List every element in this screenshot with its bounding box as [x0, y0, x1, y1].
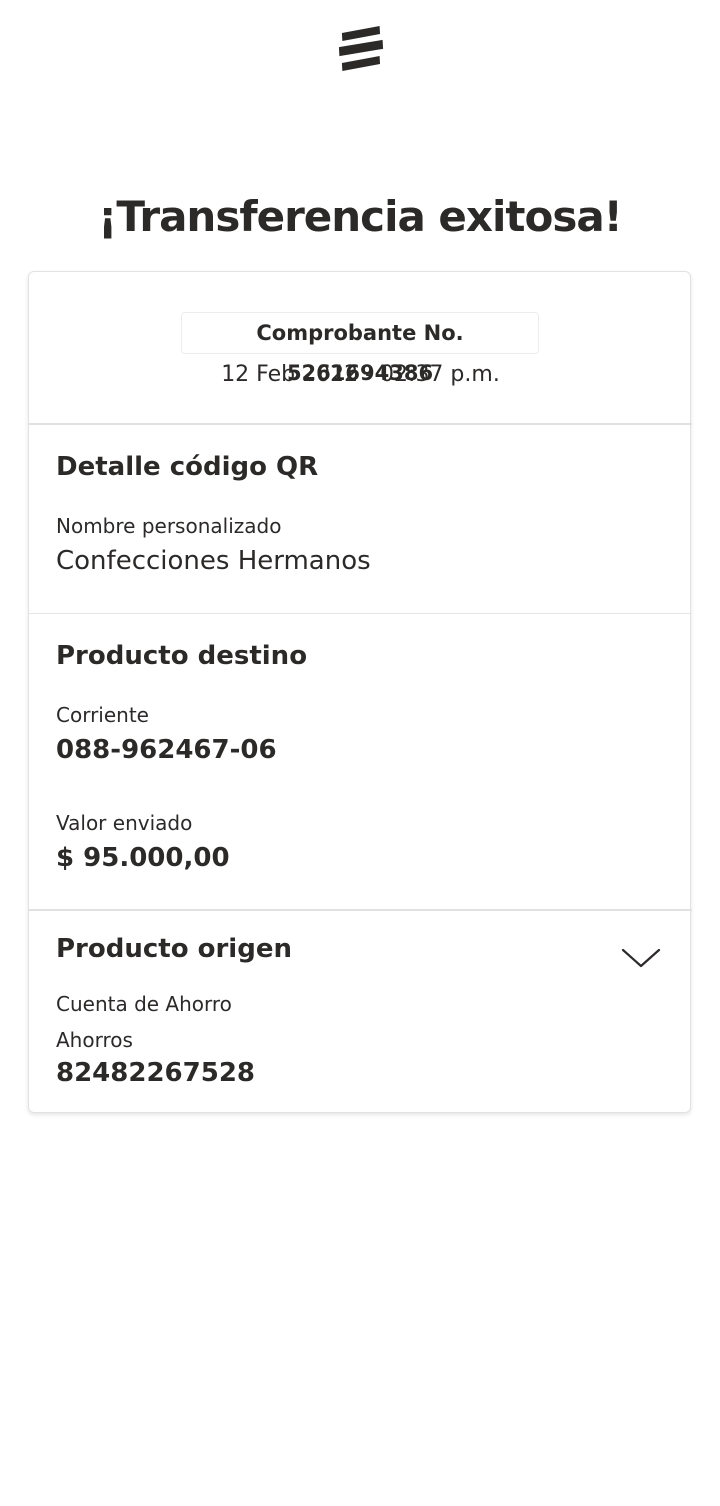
divider: [29, 423, 692, 425]
chevron-down-icon[interactable]: [621, 946, 661, 970]
destination-account-type: Corriente: [56, 703, 149, 727]
custom-name-label: Nombre personalizado: [56, 514, 282, 538]
divider: [29, 909, 692, 911]
transfer-datetime: 12 Feb 2022 - 02:37 p.m.: [221, 362, 500, 387]
origin-account-name: Cuenta de Ahorro: [56, 992, 232, 1016]
bank-logo-icon: [338, 26, 384, 71]
custom-name-value: Confecciones Hermanos: [56, 546, 371, 576]
qr-detail-title: Detalle código QR: [56, 452, 319, 482]
divider: [29, 613, 692, 614]
origin-account-number: 82482267528: [56, 1058, 255, 1088]
destination-product-title: Producto destino: [56, 641, 308, 671]
page-title: ¡Transferencia exitosa!: [98, 192, 623, 241]
amount-sent-label: Valor enviado: [56, 811, 193, 835]
transfer-receipt-card: Comprobante No. 5261694386 12 Feb 2022 -…: [28, 271, 692, 1113]
origin-product-title: Producto origen: [56, 934, 292, 964]
amount-sent-value: $ 95.000,00: [56, 843, 230, 873]
receipt-number: Comprobante No. 5261694386: [181, 312, 539, 385]
destination-account-number: 088-962467-06: [56, 735, 277, 765]
origin-account-type: Ahorros: [56, 1028, 133, 1052]
